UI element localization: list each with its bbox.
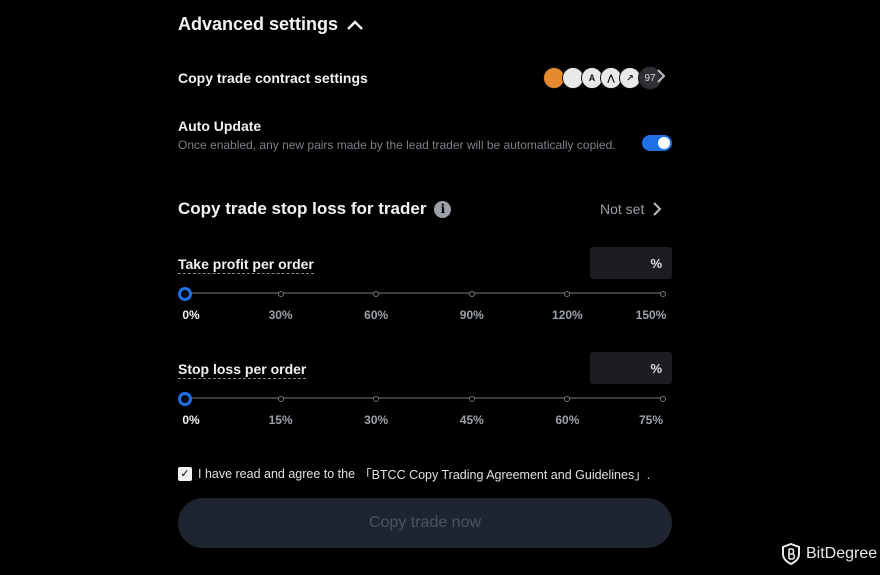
stop-loss-slider-label: 30% bbox=[364, 413, 389, 427]
stop-loss-slider-handle[interactable] bbox=[178, 392, 192, 406]
take-profit-slider-label: 120% bbox=[552, 308, 583, 322]
bitdegree-text: BitDegree bbox=[806, 545, 878, 562]
toggle-knob bbox=[658, 137, 670, 149]
percent-unit: % bbox=[650, 360, 662, 376]
auto-update-toggle[interactable] bbox=[642, 135, 672, 151]
auto-update-label: Auto Update bbox=[178, 118, 262, 134]
stop-loss-slider-tick[interactable] bbox=[373, 396, 380, 402]
chevron-right-icon[interactable] bbox=[656, 68, 666, 84]
stop-loss-slider-track[interactable] bbox=[185, 397, 663, 399]
agreement-checkbox[interactable]: ✓ bbox=[178, 466, 192, 481]
percent-unit: % bbox=[650, 255, 662, 271]
take-profit-slider-tick[interactable] bbox=[564, 291, 571, 297]
stop-loss-slider-tick[interactable] bbox=[277, 396, 284, 402]
stop-loss-slider-label: 60% bbox=[555, 413, 580, 427]
stop-loss-slider-label: 15% bbox=[268, 413, 293, 427]
take-profit-slider-label: 0% bbox=[182, 308, 200, 322]
contract-coins[interactable]: A ⋀ ↗ 97 bbox=[543, 66, 662, 90]
contract-settings-label: Copy trade contract settings bbox=[178, 70, 368, 86]
take-profit-slider-tick[interactable] bbox=[468, 291, 475, 297]
agreement-row: ✓ I have read and agree to the 「BTCC Cop… bbox=[178, 464, 650, 483]
stop-loss-label-wrap: Stop loss per order bbox=[178, 361, 307, 379]
bitdegree-shield-icon bbox=[782, 543, 800, 565]
stop-loss-input[interactable]: % bbox=[590, 352, 672, 384]
take-profit-label: Take profit per order bbox=[178, 256, 314, 274]
stop-loss-slider-tick[interactable] bbox=[564, 396, 571, 402]
take-profit-slider-tick[interactable] bbox=[277, 291, 284, 297]
stop-loss-slider-tick[interactable] bbox=[468, 396, 475, 402]
advanced-settings-header[interactable]: Advanced settings bbox=[178, 14, 364, 35]
stop-loss-trader-label: Copy trade stop loss for trader bbox=[178, 199, 427, 218]
take-profit-slider-label: 150% bbox=[635, 308, 667, 322]
not-set-text: Not set bbox=[600, 201, 645, 217]
copy-trade-button[interactable]: Copy trade now bbox=[178, 498, 672, 548]
agreement-text: I have read and agree to the bbox=[198, 466, 356, 481]
stop-loss-slider-label: 0% bbox=[182, 413, 200, 427]
take-profit-slider-tick[interactable] bbox=[373, 291, 380, 297]
take-profit-slider-track[interactable] bbox=[185, 292, 663, 294]
stop-loss-slider-label: 45% bbox=[459, 413, 484, 427]
take-profit-label-wrap: Take profit per order bbox=[178, 256, 314, 274]
agreement-link[interactable]: 「BTCC Copy Trading Agreement and Guideli… bbox=[359, 464, 650, 483]
chevron-right-icon bbox=[653, 202, 662, 216]
stop-loss-trader-row: Copy trade stop loss for trader i bbox=[178, 199, 452, 219]
advanced-settings-title: Advanced settings bbox=[178, 14, 339, 34]
info-icon[interactable]: i bbox=[434, 200, 452, 218]
take-profit-slider-tick[interactable] bbox=[660, 291, 666, 297]
chevron-up-icon bbox=[347, 19, 363, 30]
stop-loss-slider-tick[interactable] bbox=[660, 396, 666, 402]
take-profit-input[interactable]: % bbox=[590, 247, 672, 279]
take-profit-slider-label: 60% bbox=[364, 308, 389, 322]
take-profit-slider-handle[interactable] bbox=[178, 287, 192, 301]
stop-loss-trader-value[interactable]: Not set bbox=[600, 201, 662, 217]
take-profit-slider-label: 30% bbox=[268, 308, 293, 322]
bitdegree-logo: BitDegree bbox=[782, 543, 877, 565]
take-profit-slider-label: 90% bbox=[459, 308, 484, 322]
stop-loss-slider-label: 75% bbox=[638, 413, 664, 427]
stop-loss-label: Stop loss per order bbox=[178, 361, 307, 379]
auto-update-description: Once enabled, any new pairs made by the … bbox=[178, 138, 616, 152]
